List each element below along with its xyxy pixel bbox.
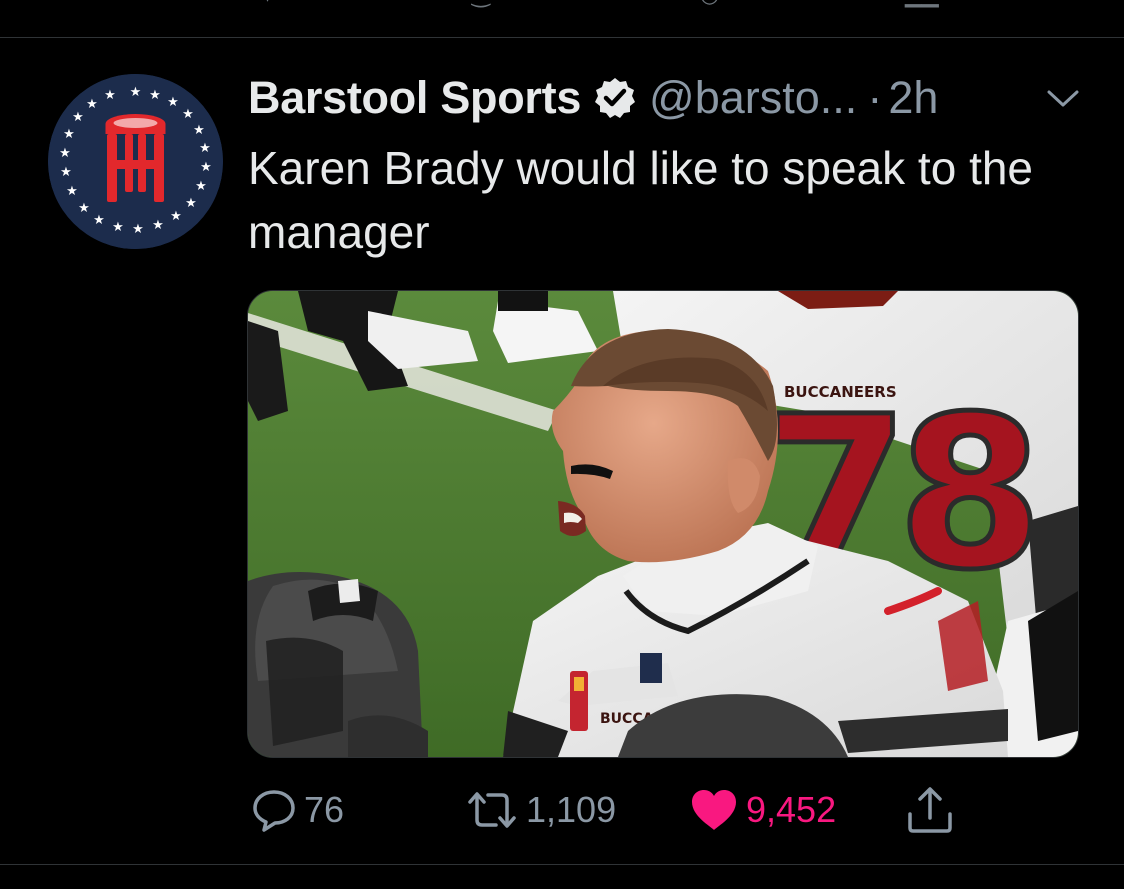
prev-reply-icon[interactable]: ▾ <box>262 0 273 8</box>
svg-text:★: ★ <box>195 179 207 194</box>
like-button[interactable]: 9,452 <box>688 780 836 840</box>
prev-share-icon[interactable]: ▁▁ <box>905 0 939 8</box>
tweet-header: Barstool Sports @barsto... · 2h <box>248 70 938 126</box>
svg-text:★: ★ <box>149 88 161 103</box>
svg-text:★: ★ <box>72 110 84 125</box>
svg-text:★: ★ <box>199 141 211 156</box>
retweet-button[interactable]: 1,109 <box>464 780 616 840</box>
svg-text:★: ★ <box>152 218 164 233</box>
prev-like-icon[interactable]: ◡ <box>700 0 719 8</box>
svg-text:★: ★ <box>130 85 142 100</box>
reply-button[interactable]: 76 <box>250 780 344 840</box>
retweet-icon <box>464 786 520 834</box>
author-handle[interactable]: @barsto... <box>649 72 857 124</box>
tweet-media-image[interactable]: BUCCANEERS 78 BUCCANEERS <box>247 290 1079 758</box>
prev-retweet-icon[interactable]: ‿ <box>472 0 490 8</box>
svg-text:★: ★ <box>104 88 116 103</box>
barstool-logo: ★ ★ ★ ★ ★ ★ ★ ★ ★ ★ ★ ★ ★ ★ ★ ★ ★ ★ ★ ★ … <box>48 74 223 249</box>
verified-badge-icon <box>593 76 637 120</box>
svg-text:★: ★ <box>60 165 72 180</box>
tweet-actions: 76 1,109 9,452 <box>0 780 1124 840</box>
svg-text:★: ★ <box>66 184 78 199</box>
avatar[interactable]: ★ ★ ★ ★ ★ ★ ★ ★ ★ ★ ★ ★ ★ ★ ★ ★ ★ ★ ★ ★ … <box>48 74 223 249</box>
share-button[interactable] <box>904 780 956 840</box>
divider-top <box>0 37 1124 38</box>
svg-text:★: ★ <box>200 160 212 175</box>
timestamp[interactable]: 2h <box>888 72 938 124</box>
share-icon <box>904 784 956 836</box>
previous-tweet-actions: ▾ ‿ ◡ ▁▁ <box>0 0 1124 7</box>
svg-text:★: ★ <box>132 222 144 237</box>
reply-icon <box>250 786 298 834</box>
separator-dot: · <box>867 72 883 123</box>
svg-text:★: ★ <box>112 220 124 235</box>
svg-text:★: ★ <box>185 196 197 211</box>
svg-text:★: ★ <box>93 213 105 228</box>
heart-icon <box>688 786 740 834</box>
divider-bottom <box>0 864 1124 865</box>
reply-count: 76 <box>304 789 345 830</box>
like-count: 9,452 <box>746 789 837 830</box>
tweet-text: Karen Brady would like to speak to the m… <box>248 142 1034 258</box>
svg-text:★: ★ <box>78 201 90 216</box>
chevron-down-icon[interactable] <box>1045 86 1081 110</box>
author-name[interactable]: Barstool Sports <box>248 72 581 124</box>
svg-text:★: ★ <box>170 209 182 224</box>
retweet-count: 1,109 <box>526 789 617 830</box>
svg-text:★: ★ <box>193 123 205 138</box>
svg-text:★: ★ <box>59 146 71 161</box>
svg-text:★: ★ <box>63 127 75 142</box>
svg-text:★: ★ <box>167 95 179 110</box>
svg-text:★: ★ <box>182 107 194 122</box>
svg-text:★: ★ <box>86 97 98 112</box>
